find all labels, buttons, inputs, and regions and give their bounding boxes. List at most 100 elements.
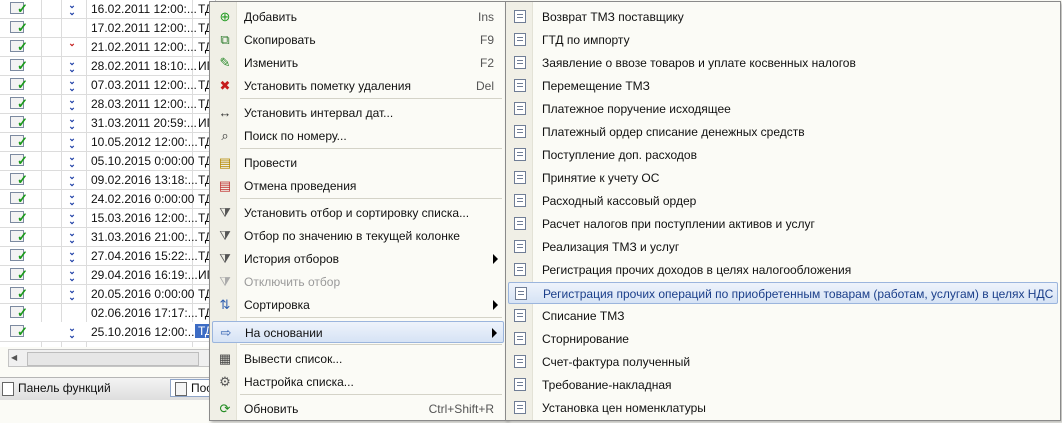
menu-item-label: Установить пометку удаления	[244, 79, 412, 93]
table-row[interactable]: ✓ ⌄ ⌄ 24.02.2016 0:00:00 ТД	[0, 189, 215, 209]
submenu-item[interactable]: Регистрация прочих доходов в целях налог…	[508, 259, 1058, 281]
submenu-item[interactable]: Принятие к учету ОС	[508, 167, 1058, 189]
menu-item-add[interactable]: ⊕ Добавить Ins	[212, 6, 504, 28]
posted-document-icon: ✓	[8, 115, 34, 130]
submenu-item[interactable]: Счет-фактура полученный	[508, 351, 1058, 373]
double-chevron-down-icon: ⌄ ⌄	[68, 247, 76, 264]
submenu-item[interactable]: Списание ТМЗ	[508, 305, 1058, 327]
menu-item-copy[interactable]: ⧉ Скопировать F9	[212, 29, 504, 51]
menu-item-edit[interactable]: ✎ Изменить F2	[212, 52, 504, 74]
delete-mark-icon: ✖	[219, 78, 231, 93]
search-icon: ⌕	[221, 128, 229, 143]
submenu-item[interactable]: Платежный ордер списание денежных средст…	[508, 121, 1058, 143]
double-chevron-down-icon: ⌄ ⌄	[68, 76, 76, 93]
table-row[interactable]: ✓ ⌄ ⌄ 25.10.2016 12:00:... ТД	[0, 322, 217, 342]
row-date: 10.05.2012 12:00:...	[91, 135, 198, 149]
posted-document-icon: ✓	[8, 20, 34, 35]
submenu-item-label: Перемещение ТМЗ	[542, 79, 650, 93]
menu-item-filter-value[interactable]: ⧩ Отбор по значению в текущей колонке	[212, 225, 504, 247]
table-row[interactable]: ✓ ⌄ ⌄ 28.03.2011 12:00:... ТД	[0, 94, 215, 114]
submenu-item[interactable]: Поступление доп. расходов	[508, 144, 1058, 166]
table-row[interactable]: ✓ ⌄ ⌄ 16.02.2011 12:00:... ТД	[0, 0, 215, 19]
menu-item-list-settings[interactable]: ⚙ Настройка списка...	[212, 371, 504, 393]
submenu-item[interactable]: Платежное поручение исходящее	[508, 98, 1058, 120]
table-row[interactable]: ✓ ⌄ ⌄ 09.02.2016 13:18:... ТД	[0, 170, 215, 190]
menu-item-refresh[interactable]: ⟳ Обновить Ctrl+Shift+R	[212, 398, 504, 420]
table-row[interactable]: ✓ ⌄ ⌄ 31.03.2011 20:59:... ИГ	[0, 113, 215, 133]
menu-item-filter-sort[interactable]: ⧩ Установить отбор и сортировку списка...	[212, 202, 504, 224]
table-row[interactable]: ✓ ⌄ ⌄ 10.05.2012 12:00:... ТД	[0, 132, 215, 152]
menu-item-unpost[interactable]: ▤ Отмена проведения	[212, 175, 504, 197]
functions-panel-button[interactable]: Панель функций	[2, 381, 111, 397]
add-icon: ⊕	[219, 9, 231, 24]
double-chevron-down-icon: ⌄ ⌄	[68, 285, 76, 302]
document-icon	[514, 332, 526, 345]
menu-item-search[interactable]: ⌕ Поиск по номеру...	[212, 125, 504, 147]
menu-item-print-list[interactable]: ▦ Вывести список...	[212, 348, 504, 370]
submenu-item[interactable]: ГТД по импорту	[508, 29, 1058, 51]
horizontal-scrollbar[interactable]: ◀	[8, 349, 215, 367]
submenu-item[interactable]: Возврат ТМЗ поставщику	[508, 6, 1058, 28]
submenu-item[interactable]: Расходный кассовый ордер	[508, 190, 1058, 212]
table-row[interactable]: ✓ ⌄ 21.02.2011 12:00:... ТД	[0, 37, 215, 57]
bottom-taskbar: Панель функций Пос	[0, 377, 215, 400]
menu-separator	[240, 198, 502, 199]
menu-item-label: Добавить	[244, 10, 298, 24]
scroll-thumb[interactable]	[27, 352, 199, 366]
submenu-item[interactable]: Установка цен номенклатуры	[508, 397, 1058, 419]
menu-item-label: Провести	[244, 156, 298, 170]
posted-document-icon: ✓	[8, 77, 34, 92]
menu-item-delete-mark[interactable]: ✖ Установить пометку удаления Del	[212, 75, 504, 97]
double-chevron-down-icon: ⌄ ⌄	[68, 171, 76, 188]
scroll-left-icon[interactable]: ◀	[11, 353, 17, 362]
document-icon	[514, 125, 526, 138]
table-row[interactable]: ✓ 02.06.2016 17:17:... ТД	[0, 303, 215, 323]
submenu-item-label: Поступление доп. расходов	[542, 148, 697, 162]
document-icon	[175, 382, 187, 396]
submenu-item-label: Сторнирование	[542, 332, 629, 346]
submenu-item[interactable]: Требование-накладная	[508, 374, 1058, 396]
menu-separator	[240, 317, 502, 318]
submenu-item-label: Регистрация прочих операций по приобрете…	[543, 287, 1054, 301]
menu-item-based-on[interactable]: ⇨ На основании	[212, 321, 504, 343]
submenu-item[interactable]: Реализация ТМЗ и услуг	[508, 236, 1058, 258]
table-row[interactable]: ✓ 17.02.2011 12:00:... ТД	[0, 18, 215, 38]
submenu-item[interactable]: Заявление о ввозе товаров и уплате косве…	[508, 52, 1058, 74]
table-row[interactable]: ✓ ⌄ ⌄ 07.03.2011 12:00:... ТД	[0, 75, 215, 95]
table-row[interactable]: ✓ ⌄ ⌄ 27.04.2016 15:22:... ТД	[0, 246, 215, 266]
posted-document-icon: ✓	[8, 210, 34, 225]
table-row[interactable]: ✓ ⌄ ⌄ 28.02.2011 18:10:... ИГ	[0, 56, 215, 76]
menu-item-label: Поиск по номеру...	[244, 129, 347, 143]
menu-item-label: Отключить отбор	[244, 275, 341, 289]
document-icon	[514, 10, 526, 23]
row-date: 28.02.2011 18:10:...	[91, 59, 197, 73]
menu-item-filter-history[interactable]: ⧩ История отборов	[212, 248, 504, 270]
menu-item-label: На основании	[245, 326, 323, 340]
filter-sort-icon: ⧩	[219, 205, 231, 220]
submenu-item[interactable]: Регистрация прочих операций по приобрете…	[508, 282, 1058, 304]
row-date: 02.06.2016 17:17:...	[91, 306, 198, 320]
submenu-item-label: ГТД по импорту	[542, 33, 630, 47]
double-chevron-down-icon: ⌄ ⌄	[68, 0, 76, 17]
submenu-item-label: Установка цен номенклатуры	[542, 401, 706, 415]
menu-separator	[240, 148, 502, 149]
posted-document-icon: ✓	[8, 191, 34, 206]
menu-item-shortcut: Ctrl+Shift+R	[428, 402, 494, 416]
row-date: 29.04.2016 16:19:...	[91, 268, 198, 282]
submenu-item[interactable]: Перемещение ТМЗ	[508, 75, 1058, 97]
menu-item-post[interactable]: ▤ Провести	[212, 152, 504, 174]
table-row[interactable]: ✓ ⌄ ⌄ 31.03.2016 21:00:... ТД	[0, 227, 215, 247]
based-on-icon: ⇨	[220, 325, 232, 340]
table-row[interactable]: ✓ ⌄ ⌄ 20.05.2016 0:00:00 ТД	[0, 284, 215, 304]
table-row[interactable]: ✓ ⌄ ⌄ 05.10.2015 0:00:00 ТД	[0, 151, 215, 171]
table-row[interactable]: ✓ ⌄ ⌄ 29.04.2016 16:19:... ИГ	[0, 265, 215, 285]
submenu-item[interactable]: Расчет налогов при поступлении активов и…	[508, 213, 1058, 235]
document-icon	[514, 148, 526, 161]
menu-item-sort[interactable]: ⇅ Сортировка	[212, 294, 504, 316]
submenu-item[interactable]: Сторнирование	[508, 328, 1058, 350]
menu-item-date-interval[interactable]: ↔ Установить интервал дат...	[212, 102, 504, 124]
table-row[interactable]: ✓ ⌄ ⌄ 15.03.2016 12:00:... ТД	[0, 208, 215, 228]
document-icon	[514, 33, 526, 46]
copy-icon: ⧉	[220, 32, 230, 47]
posted-document-icon: ✓	[8, 286, 34, 301]
